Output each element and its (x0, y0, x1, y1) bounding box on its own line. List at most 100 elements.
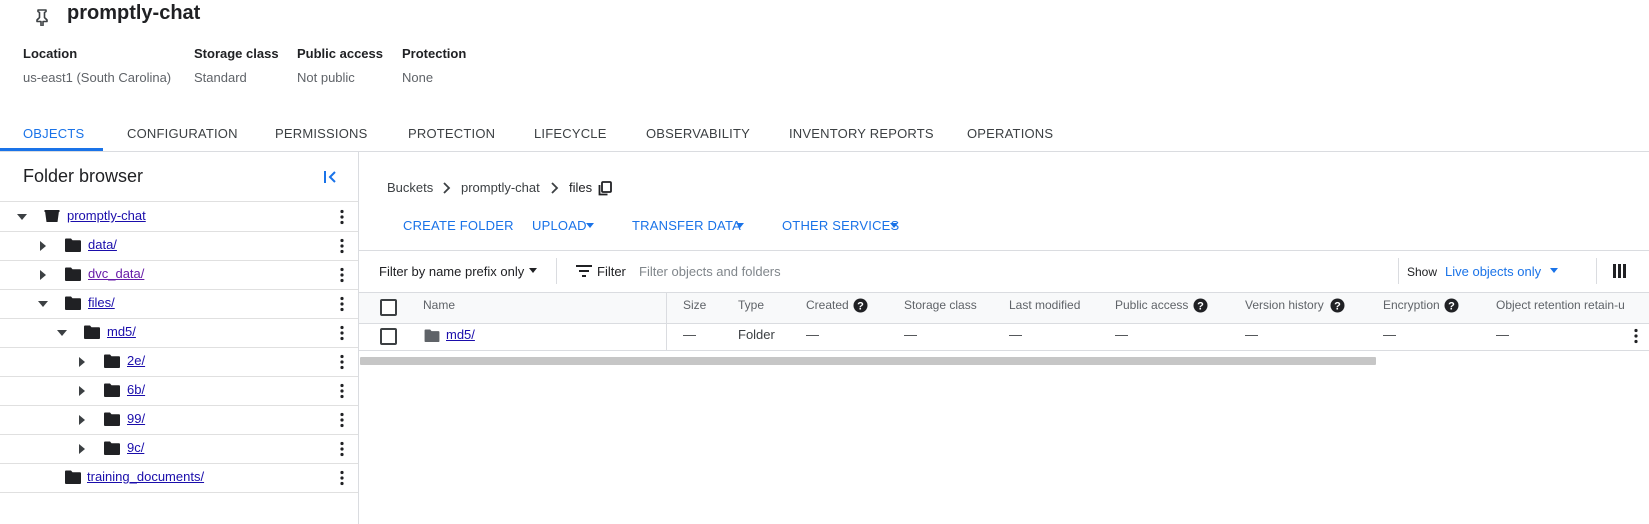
row-divider (359, 350, 1649, 351)
more-options-icon[interactable] (339, 412, 345, 428)
column-header-created[interactable]: Created (806, 298, 849, 312)
column-header-type[interactable]: Type (738, 298, 764, 312)
tab-permissions[interactable]: PERMISSIONS (275, 126, 368, 141)
folder-icon (104, 441, 120, 455)
tree-item-label[interactable]: 6b/ (127, 382, 145, 397)
tab-observability[interactable]: OBSERVABILITY (646, 126, 750, 141)
panel-divider (358, 152, 359, 524)
chevron-right-icon (441, 182, 451, 194)
tree-item-99[interactable]: 99/ (0, 405, 358, 435)
expand-arrow-icon[interactable] (76, 414, 88, 426)
column-header-last-modified[interactable]: Last modified (1009, 298, 1080, 312)
help-icon[interactable]: ? (1444, 298, 1459, 313)
tree-item-label[interactable]: data/ (88, 237, 117, 252)
column-header-encryption[interactable]: Encryption (1383, 298, 1440, 312)
tree-item-2e[interactable]: 2e/ (0, 347, 358, 377)
expand-arrow-icon[interactable] (76, 356, 88, 368)
help-icon[interactable]: ? (853, 298, 868, 313)
collapse-panel-icon[interactable] (322, 168, 340, 186)
show-objects-select[interactable]: Live objects only (1445, 264, 1541, 279)
tree-item-label[interactable]: 9c/ (127, 440, 144, 455)
tree-item-files[interactable]: files/ (0, 289, 358, 319)
tree-item-label[interactable]: files/ (88, 295, 115, 310)
tree-item-label[interactable]: 2e/ (127, 353, 145, 368)
more-options-icon[interactable] (339, 325, 345, 341)
tab-configuration[interactable]: CONFIGURATION (127, 126, 238, 141)
bucket-icon (44, 209, 60, 223)
breadcrumb-buckets[interactable]: Buckets (387, 180, 433, 195)
column-header-size[interactable]: Size (683, 298, 706, 312)
caret-down-icon (1550, 268, 1558, 273)
collapse-arrow-icon[interactable] (56, 327, 68, 339)
help-icon[interactable]: ? (1193, 298, 1208, 313)
tree-item-dvc-data[interactable]: dvc_data/ (0, 260, 358, 290)
row-public-access: — (1115, 327, 1128, 342)
tab-lifecycle[interactable]: LIFECYCLE (534, 126, 607, 141)
breadcrumb-current: files (569, 180, 593, 195)
tree-item-9c[interactable]: 9c/ (0, 434, 358, 464)
copy-path-icon[interactable] (598, 181, 612, 196)
column-header-public-access[interactable]: Public access (1115, 298, 1188, 312)
tab-operations[interactable]: OPERATIONS (967, 126, 1053, 141)
more-options-icon[interactable] (339, 441, 345, 457)
column-divider (666, 292, 667, 350)
expand-arrow-icon[interactable] (37, 269, 49, 281)
caret-down-icon (890, 223, 898, 228)
more-options-icon[interactable] (339, 470, 345, 486)
tree-item-label[interactable]: promptly-chat (67, 208, 146, 223)
more-options-icon[interactable] (339, 354, 345, 370)
filter-mode-select[interactable]: Filter by name prefix only (379, 264, 524, 279)
more-options-icon[interactable] (339, 383, 345, 399)
tree-item-promptly-chat[interactable]: promptly-chat (0, 201, 358, 232)
select-all-checkbox[interactable] (380, 299, 397, 316)
filter-objects-input[interactable]: Filter objects and folders (639, 264, 781, 279)
row-name-link[interactable]: md5/ (446, 327, 475, 342)
create-folder-button[interactable]: CREATE FOLDER (403, 218, 514, 233)
row-more-options-icon[interactable] (1633, 328, 1639, 344)
more-options-icon[interactable] (339, 238, 345, 254)
expand-arrow-icon[interactable] (76, 443, 88, 455)
more-options-icon[interactable] (339, 209, 345, 225)
more-options-icon[interactable] (339, 267, 345, 283)
pin-icon[interactable] (34, 8, 50, 26)
help-icon[interactable]: ? (1330, 298, 1345, 313)
protection-value: None (402, 70, 434, 85)
bucket-title: promptly-chat (67, 2, 201, 24)
tree-item-label[interactable]: 99/ (127, 411, 145, 426)
breadcrumb-bucket[interactable]: promptly-chat (461, 180, 540, 195)
horizontal-scrollbar[interactable] (360, 357, 1376, 365)
tree-item-label[interactable]: md5/ (107, 324, 136, 339)
storage-class-value: Standard (194, 70, 247, 85)
column-header-storage-class[interactable]: Storage class (904, 298, 977, 312)
upload-button[interactable]: UPLOAD (532, 218, 587, 233)
expand-arrow-icon[interactable] (76, 385, 88, 397)
collapse-arrow-icon[interactable] (16, 211, 28, 223)
column-header-version-history[interactable]: Version history (1245, 298, 1324, 312)
folder-icon (104, 354, 120, 368)
filter-icon (576, 265, 592, 277)
tab-inventory-reports[interactable]: INVENTORY REPORTS (789, 126, 934, 141)
column-header-retention[interactable]: Object retention retain-u (1496, 298, 1649, 312)
tree-item-training-documents[interactable]: training_documents/ (0, 463, 358, 493)
caret-down-icon (586, 223, 594, 228)
tree-item-md5[interactable]: md5/ (0, 318, 358, 348)
tab-objects[interactable]: OBJECTS (23, 126, 84, 141)
row-checkbox[interactable] (380, 328, 397, 345)
folder-icon (104, 383, 120, 397)
expand-arrow-icon[interactable] (37, 240, 49, 252)
column-header-name[interactable]: Name (423, 298, 455, 312)
more-options-icon[interactable] (339, 296, 345, 312)
other-services-button[interactable]: OTHER SERVICES (782, 218, 899, 233)
public-access-value: Not public (297, 70, 355, 85)
tree-item-label[interactable]: training_documents/ (87, 469, 204, 484)
tree-item-6b[interactable]: 6b/ (0, 376, 358, 406)
storage-class-label: Storage class (194, 46, 279, 61)
folder-browser-title: Folder browser (23, 166, 144, 186)
tab-protection[interactable]: PROTECTION (408, 126, 495, 141)
transfer-data-button[interactable]: TRANSFER DATA (632, 218, 741, 233)
column-display-icon[interactable] (1613, 264, 1626, 278)
collapse-arrow-icon[interactable] (37, 298, 49, 310)
filter-bar-border (359, 250, 1649, 251)
tree-item-label[interactable]: dvc_data/ (88, 266, 144, 281)
tree-item-data[interactable]: data/ (0, 231, 358, 261)
